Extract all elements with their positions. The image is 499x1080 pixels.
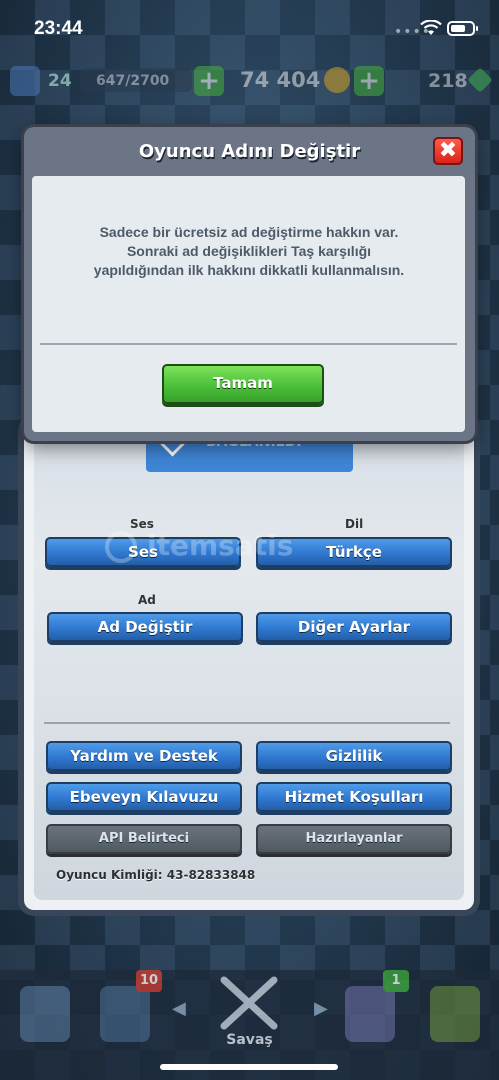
settings-divider — [44, 722, 450, 724]
status-bar: 23:44 •••• — [0, 0, 499, 60]
terms-button[interactable]: Hizmet Koşulları — [256, 782, 452, 812]
gold-amount: 74 404 — [240, 68, 321, 92]
clan-badge: 1 — [383, 970, 409, 992]
chevron-left-icon[interactable]: ◀ — [172, 998, 186, 1019]
add-xp-button[interactable]: + — [194, 66, 224, 96]
status-time: 23:44 — [34, 18, 83, 39]
watermark-logo-icon — [105, 531, 137, 563]
xp-text: 647/2700 — [96, 73, 170, 89]
other-settings-button[interactable]: Diğer Ayarlar — [256, 612, 452, 642]
gem-amount: 218 — [428, 70, 468, 92]
chevron-right-icon[interactable]: ▶ — [314, 998, 328, 1019]
gem-icon — [467, 67, 493, 93]
watermark: itemsatis — [105, 527, 385, 567]
battery-icon — [447, 21, 475, 36]
battle-tab-label: Savaş — [226, 1032, 273, 1048]
resource-bar: 24 647/2700 + 74 404 + 218 — [0, 62, 499, 100]
parent-guide-button[interactable]: Ebeveyn Kılavuzu — [46, 782, 242, 812]
watermark-text: itemsatis — [147, 529, 294, 562]
gold-coin-icon — [324, 67, 350, 93]
dialog-body: Sadece bir ücretsiz ad değiştirme hakkın… — [32, 176, 465, 432]
change-name-button[interactable]: Ad Değiştir — [47, 612, 243, 642]
player-id: Oyuncu Kimliği: 43-82833848 — [56, 868, 256, 882]
change-name-dialog: Oyuncu Adını Değiştir ✖ Sadece bir ücret… — [24, 127, 475, 441]
dialog-message: Sadece bir ücretsiz ad değiştirme hakkın… — [93, 224, 405, 278]
battery-tip — [476, 26, 478, 31]
ok-button[interactable]: Tamam — [162, 364, 324, 404]
battle-swords-icon[interactable] — [214, 976, 284, 1032]
help-support-button[interactable]: Yardım ve Destek — [46, 741, 242, 771]
level-shield-icon — [10, 66, 40, 96]
dialog-divider — [40, 343, 457, 345]
level-number: 24 — [48, 71, 72, 91]
credits-button[interactable]: Hazırlayanlar — [256, 824, 452, 854]
name-section-label: Ad — [138, 593, 156, 607]
api-token-button[interactable]: API Belirteci — [46, 824, 242, 854]
add-gold-button[interactable]: + — [354, 66, 384, 96]
close-button[interactable]: ✖ — [433, 137, 463, 165]
cards-badge: 10 — [136, 970, 162, 992]
dialog-title: Oyuncu Adını Değiştir — [138, 141, 361, 162]
privacy-button[interactable]: Gizlilik — [256, 741, 452, 771]
wifi-icon — [420, 20, 442, 35]
home-indicator[interactable] — [160, 1064, 338, 1070]
